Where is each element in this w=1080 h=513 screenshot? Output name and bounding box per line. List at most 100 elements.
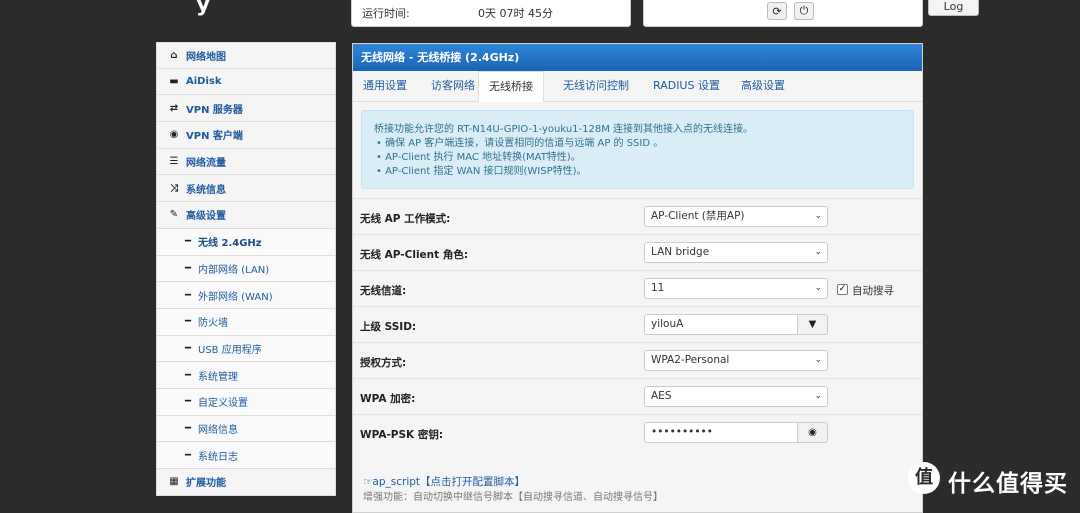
watermark-text: 什么值得买 — [948, 471, 1068, 497]
sidebar-item[interactable]: ⌂ 网络地图 — [156, 42, 336, 69]
refresh-icon: ⟳ — [772, 4, 782, 18]
auto-search-label: 自动搜寻 — [852, 285, 894, 297]
dash-icon: ━ — [184, 369, 192, 381]
tab[interactable]: 无线访问控制 — [563, 71, 629, 101]
ap-script-link[interactable]: ☞ap_script【点击打开配置脚本】 — [363, 474, 525, 489]
sidebar-item[interactable]: ━ 系统日志 — [156, 442, 336, 469]
ssid-label: 上级 SSID: — [360, 321, 417, 333]
sidebar-item[interactable]: ━ 系统管理 — [156, 362, 336, 389]
sidebar-item-label: 高级设置 — [186, 211, 226, 223]
sidebar-item-label: 系统信息 — [186, 184, 226, 196]
ap-script-text: ap_script【点击打开配置脚本】 — [372, 476, 526, 488]
eye-slash-icon: ◉ — [808, 427, 817, 438]
sidebar-item[interactable]: ▦ 扩展功能 — [156, 469, 336, 496]
sidebar-nav: ⌂ 网络地图 ▬ AiDisk ⇄ VPN 服务器 ◉ VPN 客户端 ☰ 网络流量 ⤨ 系统信息 ✎ 高… — [156, 42, 336, 496]
wpa-encryption-select[interactable]: AES ⌄ — [644, 386, 828, 407]
auto-search-checkbox[interactable]: ✓ — [837, 284, 848, 295]
channel-row: 无线信道: 11 ⌄ ✓ 自动搜寻 — [353, 270, 922, 306]
chevron-down-icon: ⌄ — [814, 283, 822, 293]
sidebar-item-label: 外部网络 (WAN) — [198, 291, 273, 303]
psk-input[interactable]: •••••••••• — [644, 422, 798, 443]
sidebar-item[interactable]: ━ 自定义设置 — [156, 388, 336, 416]
show-password-button[interactable]: ◉ — [797, 422, 828, 443]
psk-label: WPA-PSK 密钥: — [360, 429, 444, 441]
chevron-down-icon: ⌄ — [814, 211, 822, 221]
watermark: 值 什么值得买 — [908, 462, 1080, 497]
tab[interactable]: 访客网络 — [431, 71, 475, 101]
client-role-row: 无线 AP-Client 角色: LAN bridge ⌄ — [353, 234, 922, 270]
channel-select[interactable]: 11 ⌄ — [644, 278, 828, 299]
sidebar-item[interactable]: ━ 内部网络 (LAN) — [156, 255, 336, 283]
sidebar-item-label: 内部网络 (LAN) — [198, 264, 270, 276]
sidebar-item[interactable]: ━ 外部网络 (WAN) — [156, 282, 336, 309]
dash-icon: ━ — [184, 316, 192, 328]
router-logo-fragment: y — [196, 0, 211, 17]
client-role-select[interactable]: LAN bridge ⌄ — [644, 242, 828, 263]
script-note: 增强功能：自动切换中继信号脚本【自动搜寻信道、自动搜寻信号】 — [363, 492, 663, 503]
sidebar-item[interactable]: ━ 网络信息 — [156, 415, 336, 443]
sidebar-item[interactable]: ✎ 高级设置 — [156, 202, 336, 229]
chevron-down-icon: ⌄ — [814, 355, 822, 365]
dash-icon: ━ — [184, 449, 192, 461]
sidebar-item-label: 自定义设置 — [198, 398, 248, 410]
sidebar-item-label: VPN 客户端 — [186, 131, 243, 143]
sidebar-item[interactable]: ▬ AiDisk — [156, 68, 336, 96]
sidebar-item-label: 网络流量 — [186, 158, 226, 170]
tab[interactable]: 无线桥接 — [478, 71, 544, 102]
globe-icon: ◉ — [169, 129, 179, 141]
sidebar-item[interactable]: ━ USB 应用程序 — [156, 335, 336, 363]
uptime-value: 0天 07时 45分 — [478, 7, 553, 20]
panel-title: 无线网络 - 无线桥接 (2.4GHz) — [353, 44, 922, 71]
sidebar-item[interactable]: ━ 防火墙 — [156, 308, 336, 336]
sidebar-item[interactable]: ⤨ 系统信息 — [156, 175, 336, 203]
auth-value: WPA2-Personal — [651, 354, 730, 366]
power-button[interactable]: ⏻ — [794, 2, 814, 20]
log-button[interactable]: Log — [928, 0, 979, 16]
dash-icon: ━ — [184, 236, 192, 248]
sidebar-item[interactable]: ⇄ VPN 服务器 — [156, 95, 336, 123]
wpa-encryption-value: AES — [651, 390, 672, 402]
sidebar-item[interactable]: ☰ 网络流量 — [156, 148, 336, 176]
watermark-logo: 值 — [908, 462, 940, 494]
refresh-button[interactable]: ⟳ — [767, 2, 787, 20]
client-role-value: LAN bridge — [651, 246, 710, 258]
ssid-input[interactable]: yilouA — [644, 314, 798, 335]
ssid-row: 上级 SSID: yilouA ▼ — [353, 306, 922, 342]
tab[interactable]: RADIUS 设置 — [653, 71, 720, 101]
power-icon: ⏻ — [799, 4, 809, 17]
ap-mode-value: AP-Client (禁用AP) — [651, 210, 745, 222]
sidebar-item-label: 防火墙 — [198, 318, 228, 330]
sidebar-item[interactable]: ◉ VPN 客户端 — [156, 122, 336, 149]
sidebar-item-label: 网络信息 — [198, 424, 238, 436]
auth-row: 授权方式: WPA2-Personal ⌄ — [353, 342, 922, 378]
retweet-icon: ⇄ — [169, 102, 179, 114]
sidebar-item[interactable]: ━ 无线 2.4GHz — [156, 228, 336, 256]
auth-select[interactable]: WPA2-Personal ⌄ — [644, 350, 828, 371]
info-box: 桥接功能允许您的 RT-N14U-GPIO-1-youku1-128M 连接到其… — [361, 110, 914, 189]
dash-icon: ━ — [184, 342, 192, 354]
sidebar-item-label: 无线 2.4GHz — [198, 238, 262, 250]
dash-icon: ━ — [184, 262, 192, 274]
wireless-bridge-panel: 无线网络 - 无线桥接 (2.4GHz) 通用设置 访客网络 无线桥接 无线访问控制 R… — [352, 43, 923, 513]
status-box-uptime: 运行时间: 0天 07时 45分 — [351, 0, 631, 27]
uptime-label: 运行时间: — [362, 7, 410, 20]
channel-value: 11 — [651, 282, 665, 294]
sidebar-item-label: 系统管理 — [198, 371, 238, 383]
grid-icon: ▦ — [169, 476, 179, 488]
random-icon: ⤨ — [170, 182, 178, 194]
ssid-dropdown-button[interactable]: ▼ — [797, 314, 828, 335]
ap-mode-select[interactable]: AP-Client (禁用AP) ⌄ — [644, 206, 828, 227]
sidebar-item-label: 扩展功能 — [186, 478, 226, 490]
tab[interactable]: 高级设置 — [741, 71, 785, 101]
ap-mode-label: 无线 AP 工作模式: — [360, 213, 451, 225]
sidebar-item-label: 网络地图 — [186, 51, 226, 63]
channel-label: 无线信道: — [360, 285, 407, 297]
psk-row: WPA-PSK 密钥: •••••••••• ◉ — [353, 414, 922, 450]
info-line: • AP-Client 执行 MAC 地址转换(MAT特性)。 — [376, 152, 581, 163]
dash-icon: ━ — [184, 289, 192, 301]
hand-pointer-icon: ☞ — [363, 476, 373, 488]
tab[interactable]: 通用设置 — [363, 71, 407, 101]
home-icon: ⌂ — [170, 49, 178, 61]
disk-icon: ▬ — [169, 76, 179, 88]
sidebar-item-label: 系统日志 — [198, 451, 238, 463]
